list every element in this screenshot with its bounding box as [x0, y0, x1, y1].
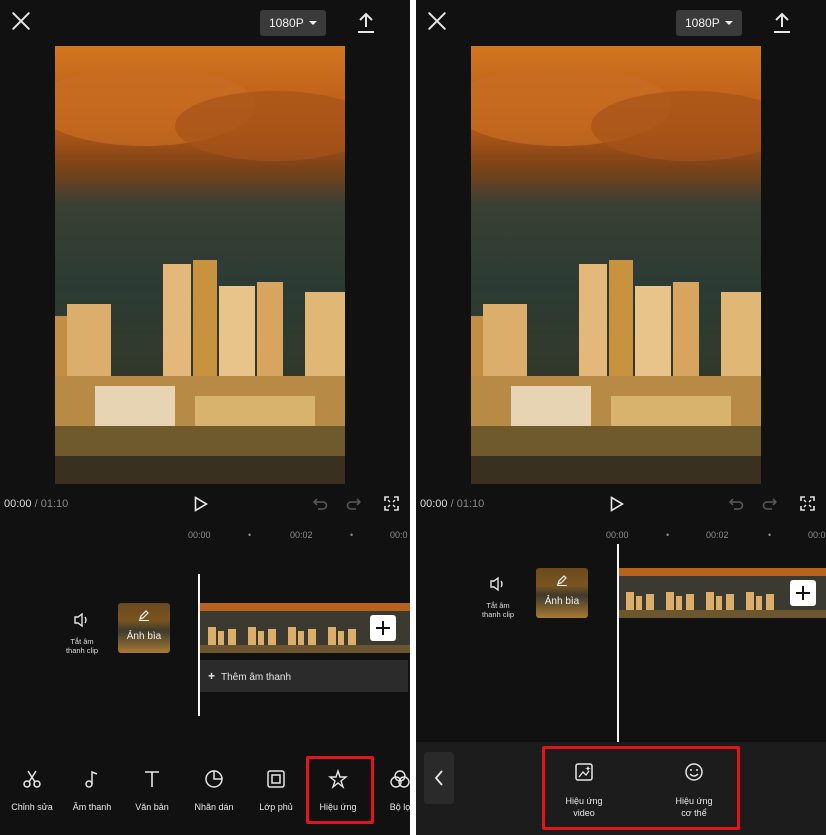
overlay-icon — [267, 770, 285, 788]
ruler-tick: 00:0 — [390, 530, 408, 540]
play-icon[interactable] — [194, 496, 208, 512]
time-display: 00:00 / 01:10 — [420, 498, 484, 510]
mute-label-line-2: thanh clip — [481, 610, 515, 619]
speaker-icon — [490, 576, 503, 592]
ruler-tick: 00:02 — [290, 530, 313, 540]
add-clip-button[interactable] — [370, 615, 396, 641]
fullscreen-icon[interactable] — [800, 496, 815, 511]
video-preview[interactable] — [55, 46, 345, 484]
timeline-ruler: 00:00 • 00:02 • 00:0 — [416, 530, 826, 544]
fullscreen-icon[interactable] — [384, 496, 399, 511]
tool-filter[interactable]: Bộ lọ — [370, 769, 410, 812]
pencil-icon — [557, 575, 567, 586]
highlight-effects-submenu-box — [542, 746, 740, 830]
resolution-button[interactable]: 1080P — [676, 10, 742, 36]
time-display: 00:00 / 01:10 — [4, 498, 68, 510]
tool-label: Chỉnh sửa — [11, 802, 53, 812]
tool-label: Văn bản — [135, 802, 169, 812]
music-note-icon — [85, 770, 98, 788]
time-separator: / — [447, 498, 457, 510]
highlight-effects-box — [306, 756, 374, 824]
close-icon[interactable] — [426, 10, 448, 32]
video-preview[interactable] — [471, 46, 761, 484]
add-audio-label: Thêm âm thanh — [221, 672, 292, 683]
close-icon[interactable] — [10, 10, 32, 32]
pencil-icon — [139, 610, 149, 621]
time-separator: / — [31, 498, 41, 510]
tool-text[interactable]: Văn bản — [122, 769, 182, 812]
ruler-tick: • — [350, 530, 354, 540]
scissors-icon — [23, 770, 41, 788]
back-button[interactable] — [424, 752, 454, 804]
ruler-tick: 00:0 — [808, 530, 826, 540]
chevron-left-icon — [434, 770, 443, 786]
playhead[interactable] — [617, 544, 619, 742]
tool-audio[interactable]: Âm thanh — [62, 769, 122, 812]
tool-label: Lớp phủ — [259, 802, 293, 812]
resolution-label: 1080P — [269, 16, 304, 30]
filter-icon — [390, 770, 410, 788]
redo-icon[interactable] — [346, 497, 362, 511]
current-time: 00:00 — [420, 498, 448, 510]
ruler-tick: 00:02 — [706, 530, 729, 540]
cover-thumbnail[interactable]: Ảnh bìa — [536, 568, 588, 618]
playhead[interactable] — [198, 574, 200, 716]
caret-down-icon — [725, 21, 733, 25]
sticker-icon — [205, 770, 223, 788]
tool-edit[interactable]: Chỉnh sửa — [2, 769, 62, 812]
undo-icon[interactable] — [312, 497, 328, 511]
cover-label: Ảnh bìa — [126, 631, 162, 642]
tool-label: Nhãn dán — [194, 802, 234, 812]
mute-label-line-2: thanh clip — [65, 646, 99, 655]
caret-down-icon — [309, 21, 317, 25]
tool-label: Âm thanh — [72, 802, 112, 812]
editor-panel-effects: 1080P 00:00 / 01:10 00:00 • 00:02 • 00:0… — [416, 0, 826, 835]
total-time: 01:10 — [40, 498, 69, 510]
cover-label: Ảnh bìa — [544, 596, 580, 607]
resolution-label: 1080P — [685, 16, 720, 30]
undo-icon[interactable] — [728, 497, 744, 511]
total-time: 01:10 — [456, 498, 485, 510]
ruler-tick: • — [768, 530, 772, 540]
ruler-tick: 00:00 — [606, 530, 629, 540]
player-controls: 00:00 / 01:10 — [0, 492, 410, 518]
export-icon[interactable] — [772, 12, 792, 34]
tool-label: Bộ lọ — [389, 802, 410, 812]
ruler-tick: • — [248, 530, 252, 540]
mute-label-line-1: Tắt âm — [486, 601, 510, 610]
tool-overlay[interactable]: Lớp phủ — [246, 769, 306, 812]
plus-icon: + — [208, 669, 216, 683]
current-time: 00:00 — [4, 498, 32, 510]
add-clip-button[interactable] — [790, 580, 816, 606]
ruler-tick: • — [666, 530, 670, 540]
text-icon — [145, 771, 159, 787]
top-bar: 1080P — [416, 0, 826, 46]
play-icon[interactable] — [610, 496, 624, 512]
timeline-ruler: 00:00 • 00:02 • 00:0 — [0, 530, 410, 544]
mute-label-line-1: Tắt âm — [70, 637, 94, 646]
export-icon[interactable] — [356, 12, 376, 34]
resolution-button[interactable]: 1080P — [260, 10, 326, 36]
add-audio-button[interactable]: + Thêm âm thanh — [200, 660, 408, 692]
ruler-tick: 00:00 — [188, 530, 211, 540]
speaker-icon — [74, 612, 87, 628]
cover-thumbnail[interactable]: Ảnh bìa — [118, 603, 170, 653]
player-controls: 00:00 / 01:10 — [416, 492, 826, 518]
mute-clip-audio-button[interactable]: Tắt âm thanh clip — [468, 576, 528, 619]
redo-icon[interactable] — [762, 497, 778, 511]
mute-clip-audio-button[interactable]: Tắt âm thanh clip — [52, 612, 112, 655]
editor-panel-main: 1080P 00:00 / 01:10 00:00 • 00:02 • 00:0… — [0, 0, 410, 835]
tool-sticker[interactable]: Nhãn dán — [184, 769, 244, 812]
top-bar: 1080P — [0, 0, 410, 46]
